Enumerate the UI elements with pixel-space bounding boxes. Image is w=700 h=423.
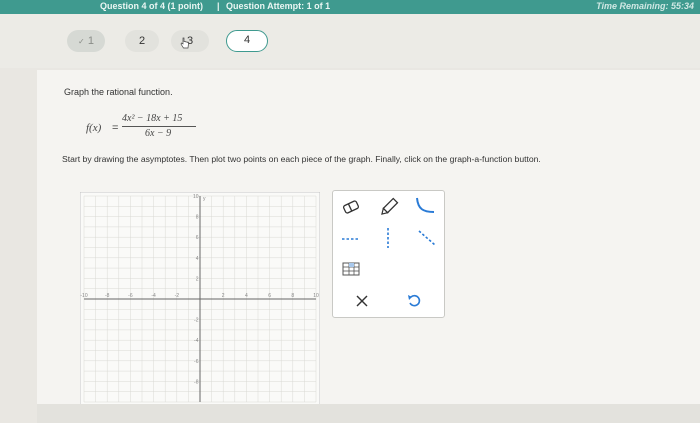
time-remaining: Time Remaining: 55:34 (596, 1, 694, 11)
question-2-button[interactable]: 2 (125, 30, 159, 52)
x-tick-label: 2 (222, 293, 225, 299)
x-tick-label: -6 (128, 293, 133, 299)
hand-cursor-icon (180, 37, 189, 49)
table-icon[interactable] (342, 262, 360, 276)
oblique-asymptote-icon[interactable] (416, 228, 438, 248)
instructions-text: Start by drawing the asymptotes. Then pl… (62, 154, 541, 164)
question-header: Question 4 of 4 (1 point) | Question Att… (0, 0, 700, 14)
question-1-button[interactable]: ✓ 1 (67, 30, 105, 52)
question-title: Question 4 of 4 (1 point) (100, 1, 203, 11)
y-tick-label: -2 (194, 318, 199, 324)
x-tick-label: -8 (105, 293, 110, 299)
equals-sign: = (112, 122, 119, 134)
x-tick-label: 8 (291, 293, 294, 299)
question-4-button[interactable]: 4 (226, 30, 268, 52)
undo-icon[interactable] (407, 294, 421, 308)
function-name: f(x) (86, 122, 102, 134)
y-tick-label: 8 (196, 215, 199, 221)
clear-icon[interactable] (355, 294, 369, 308)
x-tick-label: 6 (268, 293, 271, 299)
horizontal-asymptote-icon[interactable] (340, 230, 362, 246)
question-prompt: Graph the rational function. (64, 87, 173, 97)
question-navigation (0, 14, 700, 68)
header-separator: | (217, 1, 220, 11)
checkmark-icon: ✓ (78, 37, 85, 46)
app-stage: Question 4 of 4 (1 point) | Question Att… (0, 0, 700, 423)
coordinate-graph[interactable]: -10 -8 -6 -4 -2 2 4 6 8 10 108642-2-4-6-8 y (80, 192, 320, 406)
y-tick-label: -4 (194, 338, 199, 344)
eraser-icon[interactable] (341, 197, 361, 217)
y-tick-label: 2 (196, 276, 199, 282)
x-tick-label: 4 (245, 293, 248, 299)
function-numerator: 4x² − 18x + 15 (122, 113, 183, 124)
question-attempt: Question Attempt: 1 of 1 (226, 1, 331, 11)
x-tick-label: 10 (313, 293, 319, 299)
y-tick-label: 6 (196, 235, 199, 241)
footer-strip (37, 404, 700, 423)
x-tick-label: -10 (80, 293, 87, 299)
y-tick-label: -8 (194, 379, 199, 385)
y-tick-label: 10 (193, 194, 199, 200)
question-3-button[interactable]: 3 (171, 30, 209, 52)
y-tick-label: -6 (194, 359, 199, 365)
fraction-bar (122, 126, 196, 127)
question-1-label: 1 (87, 35, 94, 47)
curve-tool-icon[interactable] (413, 195, 437, 217)
vertical-asymptote-icon[interactable] (380, 226, 396, 250)
x-tick-label: -4 (151, 293, 156, 299)
pencil-icon[interactable] (378, 196, 400, 218)
function-denominator: 6x − 9 (145, 128, 172, 139)
y-tick-label: 4 (196, 256, 199, 262)
x-tick-label: -2 (175, 293, 180, 299)
